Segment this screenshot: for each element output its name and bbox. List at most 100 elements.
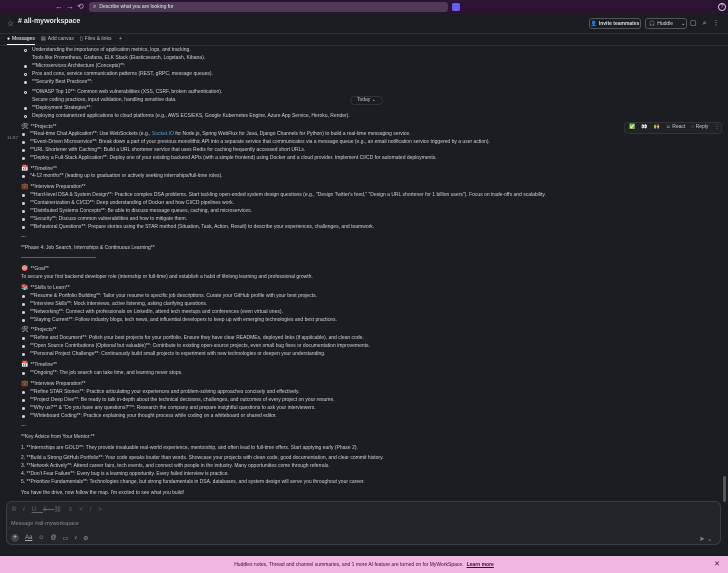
channel-name[interactable]: # all-myworkspace	[18, 18, 80, 25]
message-line: Understanding the importance of applicat…	[32, 47, 191, 55]
italic-icon[interactable]: I	[23, 507, 32, 513]
date-divider[interactable]: Today ⌄	[350, 96, 383, 105]
scrollbar[interactable]	[723, 476, 726, 502]
message-line: *4-12 months** (leading up to graduation…	[30, 173, 223, 181]
message-line: **Containerization & CI/CD**: Deep under…	[30, 200, 234, 208]
tab-add[interactable]: +	[119, 36, 122, 42]
mention-icon[interactable]: @	[50, 535, 56, 541]
text-format-icon[interactable]: Aa	[25, 535, 32, 541]
canvas-icon: ▤	[41, 36, 46, 42]
message-text: **Phase 4: Job Search, Internships & Con…	[21, 245, 155, 251]
top-bar: ← → ⟲ ⌕ Describe what you are looking fo…	[0, 0, 728, 14]
message-text: **Microservices Architecture (Concepts)*…	[32, 63, 126, 69]
mic-icon[interactable]: ♪	[74, 535, 77, 541]
slash-icon[interactable]: ⊘	[83, 535, 88, 542]
bullet-icon	[24, 73, 27, 76]
forward-arrow-icon[interactable]: →	[66, 2, 74, 12]
bullet-icon	[22, 194, 25, 197]
bullet-icon	[22, 175, 25, 178]
emoji-icon[interactable]: ☺	[38, 535, 44, 541]
timestamp[interactable]: 11:57	[7, 134, 18, 142]
message-line: 4. **Don't Fear Failure**: Every bug is …	[21, 471, 229, 479]
huddle-label: Huddle	[657, 20, 674, 27]
react-button[interactable]: ☺ React	[666, 124, 686, 132]
code-icon[interactable]: </>	[79, 507, 109, 513]
search-icon[interactable]: ⌕	[703, 20, 713, 27]
message-composer: BIUS⛓≡</> + Aa ☺ @ ▭ ♪ ⊘ ➤ ⌄	[6, 501, 721, 545]
clap-emoji-icon[interactable]: 🙌	[653, 124, 659, 132]
workspace-avatar[interactable]	[452, 3, 460, 11]
react-label: React	[672, 124, 686, 131]
message-line: 💼 **Interview Preparation**	[21, 184, 86, 192]
message-line: 🎯 **Goal**	[21, 266, 49, 274]
bullet-icon	[24, 115, 27, 118]
tab-files-links[interactable]: ▯ Files & links	[80, 36, 111, 42]
message-line: 3. **Network Actively**: Attend career f…	[21, 463, 330, 471]
bullet-icon	[22, 303, 25, 306]
bold-icon[interactable]: B	[12, 507, 23, 513]
bullet-icon	[22, 407, 25, 410]
eyes-emoji-icon[interactable]: 👀	[641, 124, 647, 132]
invite-teammates-button[interactable]: 👤 Invite teammates	[589, 18, 641, 29]
message-line: **OWASP Top 10**: Common web vulnerabili…	[32, 89, 222, 97]
bullet-icon	[22, 210, 25, 213]
message-text: **Projects**	[30, 124, 57, 130]
more-icon[interactable]: ⋮	[713, 20, 726, 27]
message-text: ———————————————	[21, 255, 96, 261]
plus-icon[interactable]: +	[11, 534, 19, 542]
strike-icon[interactable]: S	[43, 507, 54, 513]
video-icon[interactable]: ▭	[63, 535, 69, 542]
add-user-icon: 👤	[590, 20, 597, 27]
message-input[interactable]	[11, 519, 611, 529]
message-text: **Whiteboard Coding**: Practice explaini…	[30, 413, 277, 419]
message-text: **Personal Project Challenge**: Continuo…	[30, 351, 326, 357]
huddle-button[interactable]: 🎧 Huddle ⌄	[645, 18, 687, 29]
search-bar[interactable]: ⌕ Describe what you are looking for	[89, 2, 448, 12]
message-text: 2. **Build a Strong GitHub Portfolio**: …	[21, 455, 384, 461]
message-text: ---	[21, 423, 26, 429]
back-arrow-icon[interactable]: ←	[55, 2, 63, 12]
check-emoji-icon[interactable]: ✅	[629, 124, 635, 132]
link-icon[interactable]: ⛓	[54, 507, 69, 513]
learn-more-link[interactable]: Learn more	[467, 562, 494, 568]
message-line: You have the drive, now follow the map. …	[21, 490, 184, 498]
tab-messages[interactable]: ● Messages	[7, 36, 35, 45]
message-list: Today ⌄ 11:57 ✅ 👀 🙌 ☺ React ◌ Reply ⋮ Un…	[0, 46, 722, 500]
message-text: **Interview Skills**: Mock interviews, a…	[30, 301, 208, 307]
help-icon[interactable]: ?	[718, 3, 726, 11]
socketio-link[interactable]: Socket.IO	[152, 131, 174, 137]
chevron-down-icon[interactable]: ⌄	[681, 21, 685, 27]
reply-button[interactable]: ◌ Reply	[691, 124, 708, 132]
message-line: **Refine STAR Stories**: Practice articu…	[30, 389, 300, 397]
canvas-icon[interactable]: ▢	[690, 20, 703, 27]
bullet-icon	[22, 133, 25, 136]
message-text: **Skills to Learn**	[30, 285, 70, 291]
send-icon[interactable]: ➤ ⌄	[699, 535, 713, 543]
message-line: **Real-time Chat Application**: Use WebS…	[30, 131, 411, 139]
message-text: To secure your first backend developer r…	[21, 274, 313, 280]
tab-add-canvas[interactable]: ▤ Add canvas	[41, 36, 74, 42]
message-text: Pros and cons, service communication pat…	[32, 71, 213, 77]
message-line: **Behavioral Questions**: Prepare storie…	[30, 224, 374, 232]
underline-icon[interactable]: U	[32, 507, 43, 513]
message-text: **Resume & Portfolio Building**: Tailor …	[30, 293, 317, 299]
history-icon[interactable]: ⟲	[77, 2, 84, 12]
list-icon[interactable]: ≡	[69, 507, 80, 513]
message-line: 📚 **Skills to Learn**	[21, 285, 70, 293]
message-line: 💼 **Interview Preparation**	[21, 381, 86, 389]
star-icon[interactable]: ☆	[7, 19, 14, 28]
header-icons: ▢⌕⋮	[690, 19, 726, 28]
formatting-toolbar: BIUS⛓≡</>	[12, 506, 109, 513]
slack-window: ← → ⟲ ⌕ Describe what you are looking fo…	[0, 0, 728, 573]
invite-label: Invite teammates	[598, 20, 640, 27]
message-text: **Interview Preparation**	[30, 381, 86, 387]
search-icon: ⌕	[93, 3, 97, 10]
message-line: **Why us?** & "Do you have any questions…	[30, 405, 316, 413]
message-text: **Project Deep Dive**: Be ready to talk …	[30, 397, 335, 403]
search-placeholder: Describe what you are looking for	[99, 4, 174, 10]
bullet-icon	[22, 399, 25, 402]
close-icon[interactable]: ✕	[714, 560, 720, 568]
bullet-icon	[22, 391, 25, 394]
more-icon[interactable]: ⋮	[714, 124, 719, 132]
message-text: **Projects**	[30, 327, 57, 333]
